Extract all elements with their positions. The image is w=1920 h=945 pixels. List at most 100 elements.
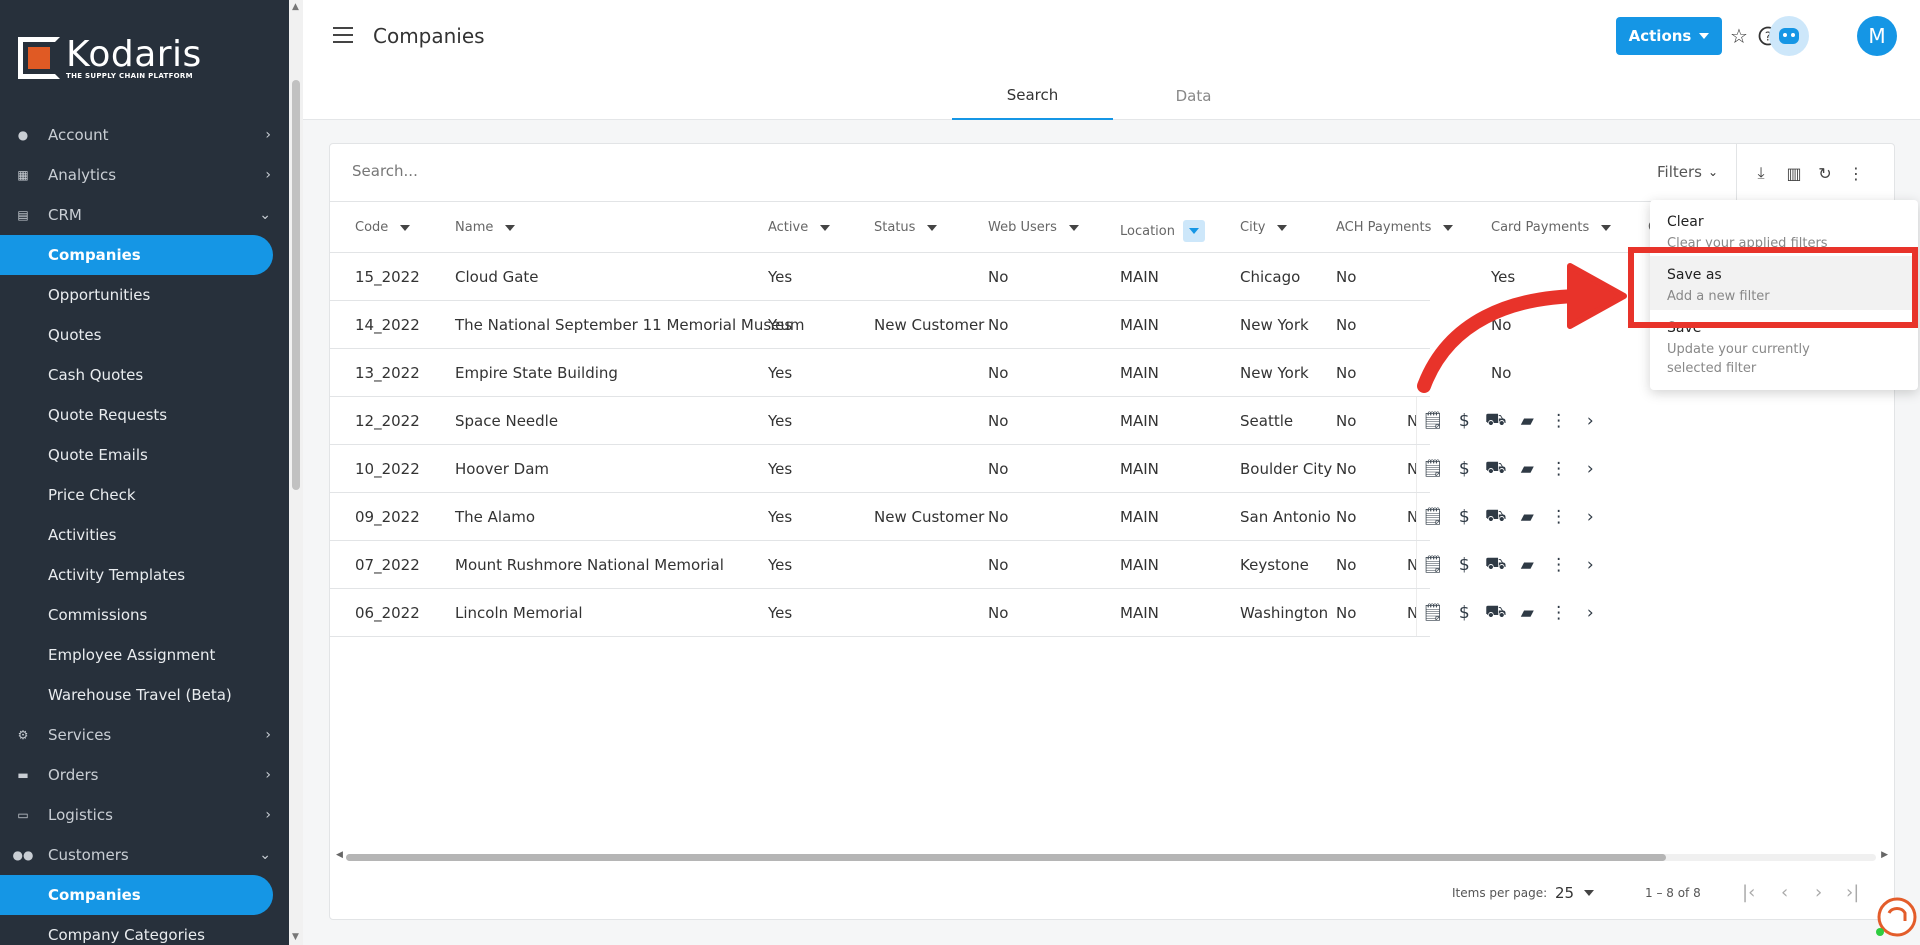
menu-item-save[interactable]: Save Update your currently selected filt…	[1650, 320, 1918, 378]
sidebar-subitem-activities[interactable]: Activities	[0, 515, 289, 555]
column-header-code[interactable]: Code	[355, 220, 411, 235]
truck-icon[interactable]: ⛟	[1480, 493, 1512, 540]
sidebar-subitem-quotes[interactable]: Quotes	[0, 315, 289, 355]
table-row[interactable]: 13_2022 Empire State Building Yes No MAIN New…	[330, 349, 1511, 397]
price-icon[interactable]: $	[1449, 589, 1481, 636]
sidebar-item-account[interactable]: ● Account ›	[0, 115, 289, 155]
quote-icon[interactable]: 🗒	[1417, 589, 1449, 636]
price-icon[interactable]: $	[1449, 445, 1481, 492]
star-icon[interactable]: ☆	[1727, 24, 1751, 48]
quote-icon[interactable]: 🗒	[1417, 493, 1449, 540]
quote-icon[interactable]: 🗒	[1417, 397, 1449, 444]
table-row[interactable]: 09_2022 The Alamo Yes New Customer No MAIN San…	[330, 493, 1511, 541]
comment-icon[interactable]: ▰	[1512, 541, 1544, 588]
chevron-right-icon[interactable]: ›	[1575, 397, 1607, 444]
chevron-right-icon[interactable]: ›	[1575, 445, 1607, 492]
chevron-right-icon[interactable]: ›	[1575, 589, 1607, 636]
sort-icon	[820, 224, 831, 231]
kodaris-logo[interactable]: Kodaris THE SUPPLY CHAIN PLATFORM	[18, 36, 202, 80]
sidebar-subitem-quote-requests[interactable]: Quote Requests	[0, 395, 289, 435]
hamburger-menu-icon[interactable]	[333, 27, 353, 43]
sidebar-item-services[interactable]: ⚙ Services ›	[0, 715, 289, 755]
sidebar-subitem-opportunities[interactable]: Opportunities	[0, 275, 289, 315]
scrollbar-thumb[interactable]	[346, 854, 1666, 861]
table-row[interactable]: 07_2022 Mount Rushmore National Memorial Y…	[330, 541, 1511, 589]
table-row[interactable]: 12_2022Space NeedleYesNoMAINSeattleNoNo	[330, 397, 1511, 445]
table-row[interactable]: 15_2022 Cloud Gate Yes No MAIN Chicago No Yes	[330, 253, 1515, 301]
sidebar-item-crm[interactable]: ▤ CRM ⌄	[0, 195, 289, 235]
more-vertical-icon[interactable]: ⋮	[1543, 589, 1575, 636]
sidebar-subitem-commissions[interactable]: Commissions	[0, 595, 289, 635]
column-header-location[interactable]: Location	[1120, 220, 1205, 242]
chevron-right-icon[interactable]: ›	[1575, 493, 1607, 540]
sidebar-subitem-cash-quotes[interactable]: Cash Quotes	[0, 355, 289, 395]
filters-dropdown[interactable]: Filters ⌄	[1657, 163, 1718, 181]
comment-icon[interactable]: ▰	[1512, 445, 1544, 492]
quote-icon[interactable]: 🗒	[1417, 445, 1449, 492]
sidebar-subitem-crm-companies[interactable]: Companies	[0, 235, 273, 275]
scroll-left-icon[interactable]: ◀	[336, 850, 343, 860]
scroll-up-icon[interactable]: ▲	[292, 2, 299, 12]
sidebar-subitem-employee-assignment[interactable]: Employee Assignment	[0, 635, 289, 675]
truck-icon[interactable]: ⛟	[1480, 397, 1512, 444]
table-row[interactable]: 06_2022 Lincoln Memorial Yes No MAIN Washingt…	[330, 589, 1511, 637]
table-row[interactable]: 10_2022 Hoover Dam Yes No MAIN Boulder City No…	[330, 445, 1511, 493]
sidebar-subitem-customers-companies[interactable]: Companies	[0, 875, 273, 915]
sidebar-subitem-activity-templates[interactable]: Activity Templates	[0, 555, 289, 595]
sidebar-item-logistics[interactable]: ▭ Logistics ›	[0, 795, 289, 835]
download-icon[interactable]: ⤓	[1751, 163, 1771, 183]
truck-icon[interactable]: ⛟	[1480, 589, 1512, 636]
comment-icon[interactable]: ▰	[1512, 493, 1544, 540]
column-header-ach-payments[interactable]: ACH Payments	[1336, 220, 1454, 235]
last-page-icon[interactable]: ›|	[1846, 882, 1859, 903]
refresh-icon[interactable]: ↻	[1815, 163, 1835, 183]
next-page-icon[interactable]: ›	[1815, 882, 1822, 903]
truck-icon[interactable]: ⛟	[1480, 541, 1512, 588]
table-row[interactable]: 14_2022 The National September 11 Memoria…	[330, 301, 1511, 349]
column-header-web-users[interactable]: Web Users	[988, 220, 1079, 235]
quote-icon[interactable]: 🗒	[1417, 541, 1449, 588]
person-icon: ●	[17, 128, 29, 142]
assistant-bot-button[interactable]	[1769, 16, 1809, 56]
comment-icon[interactable]: ▰	[1512, 397, 1544, 444]
comment-icon[interactable]: ▰	[1512, 589, 1544, 636]
first-page-icon[interactable]: |‹	[1742, 882, 1755, 903]
price-icon[interactable]: $	[1449, 541, 1481, 588]
sidebar-subitem-price-check[interactable]: Price Check	[0, 475, 289, 515]
items-per-page-select[interactable]: 25	[1555, 884, 1595, 902]
actions-button[interactable]: Actions	[1616, 17, 1722, 55]
previous-page-icon[interactable]: ‹	[1781, 882, 1788, 903]
sidebar-item-orders[interactable]: ▬ Orders ›	[0, 755, 289, 795]
column-header-name[interactable]: Name	[455, 220, 516, 235]
more-vertical-icon[interactable]: ⋮	[1543, 397, 1575, 444]
table-cell: MAIN	[1120, 364, 1159, 382]
sidebar-subitem-warehouse-travel[interactable]: Warehouse Travel (Beta)	[0, 675, 289, 715]
more-vertical-icon[interactable]: ⋮	[1543, 445, 1575, 492]
more-vertical-icon[interactable]: ⋮	[1846, 163, 1866, 183]
columns-icon[interactable]: ▥	[1784, 163, 1804, 183]
horizontal-scrollbar[interactable]: ◀ ▶	[336, 850, 1888, 864]
scrollbar-thumb[interactable]	[292, 80, 300, 490]
sidebar-scrollbar[interactable]: ▲ ▼	[289, 0, 303, 945]
more-vertical-icon[interactable]: ⋮	[1543, 541, 1575, 588]
price-icon[interactable]: $	[1449, 397, 1481, 444]
chat-support-icon[interactable]	[1872, 895, 1918, 941]
truck-icon[interactable]: ⛟	[1480, 445, 1512, 492]
tab-data[interactable]: Data	[1113, 72, 1274, 120]
more-vertical-icon[interactable]: ⋮	[1543, 493, 1575, 540]
user-avatar[interactable]: M	[1857, 16, 1897, 56]
sidebar-item-customers[interactable]: ●● Customers ⌄	[0, 835, 289, 875]
scroll-down-icon[interactable]: ▼	[292, 932, 299, 942]
sidebar-subitem-quote-emails[interactable]: Quote Emails	[0, 435, 289, 475]
column-header-status[interactable]: Status	[874, 220, 938, 235]
column-header-card-payments[interactable]: Card Payments	[1491, 220, 1612, 235]
chevron-right-icon[interactable]: ›	[1575, 541, 1607, 588]
column-header-city[interactable]: City	[1240, 220, 1288, 235]
search-input[interactable]	[352, 162, 1252, 180]
scroll-right-icon[interactable]: ▶	[1881, 850, 1888, 860]
tab-search[interactable]: Search	[952, 72, 1113, 120]
sidebar-subitem-company-categories[interactable]: Company Categories	[0, 915, 289, 945]
price-icon[interactable]: $	[1449, 493, 1481, 540]
column-header-active[interactable]: Active	[768, 220, 831, 235]
sidebar-item-analytics[interactable]: ▦ Analytics ›	[0, 155, 289, 195]
